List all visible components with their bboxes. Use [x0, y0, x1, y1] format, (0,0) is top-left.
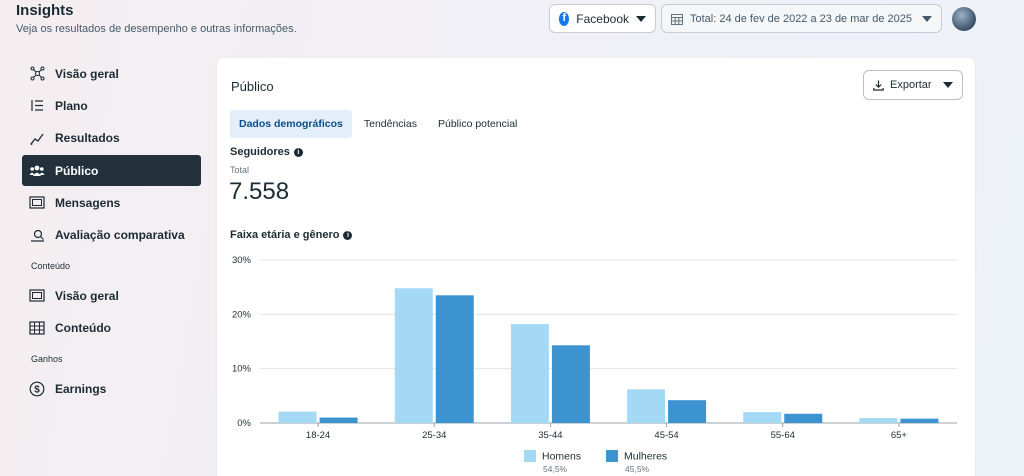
sidebar-item-label: Avaliação comparativa — [55, 228, 185, 243]
x-tick-label: 18-24 — [306, 430, 330, 441]
export-label: Exportar — [890, 79, 932, 91]
total-value: 7.558 — [229, 178, 290, 205]
benchmark-icon — [29, 227, 45, 243]
legend-percent: 54,5% — [543, 464, 568, 474]
chevron-down-icon — [922, 15, 932, 22]
bar-men — [627, 389, 666, 423]
x-tick-label: 65+ — [891, 430, 908, 441]
legend-label: Homens — [542, 451, 581, 463]
legend-percent: 45,5% — [625, 464, 650, 474]
date-range-label: Total: 24 de fev de 2022 a 23 de mar de … — [690, 12, 912, 25]
sidebar: Visão geral Plano Resultados Público Men… — [22, 58, 201, 406]
tab-publico-potencial[interactable]: Público potencial — [429, 110, 526, 138]
bar-women — [551, 345, 590, 423]
y-tick-label: 20% — [232, 309, 252, 320]
sidebar-section-ganhos: Ganhos — [31, 354, 63, 365]
sidebar-item-label: Resultados — [55, 131, 120, 146]
date-range-select[interactable]: Total: 24 de fev de 2022 a 23 de mar de … — [661, 4, 942, 33]
bar-men — [278, 411, 317, 423]
platform-label: Facebook — [576, 11, 629, 26]
x-tick-label: 45-54 — [654, 430, 678, 441]
svg-text:$: $ — [34, 384, 40, 395]
sidebar-item-publico[interactable]: Público — [22, 155, 201, 187]
download-icon — [873, 80, 884, 91]
page-title: Insights — [16, 2, 74, 19]
total-label: Total — [230, 165, 250, 175]
followers-label: Seguidores — [230, 146, 290, 158]
bar-women — [668, 400, 707, 423]
sidebar-item-label: Conteúdo — [55, 321, 111, 336]
page-header: Insights Veja os resultados de desempenh… — [16, 2, 297, 35]
info-icon[interactable]: i — [293, 147, 303, 157]
legend-swatch-women — [606, 450, 618, 462]
sidebar-item-resultados[interactable]: Resultados — [22, 123, 201, 154]
legend-swatch-men — [524, 450, 536, 462]
followers-heading: Seguidores i — [230, 146, 303, 158]
y-tick-label: 30% — [232, 255, 252, 266]
facebook-icon: f — [559, 11, 570, 26]
bar-women — [435, 295, 474, 423]
sidebar-item-visao-geral[interactable]: Visão geral — [22, 58, 201, 89]
panel-title: Público — [231, 79, 274, 94]
bar-men — [510, 324, 549, 423]
sidebar-item-mensagens[interactable]: Mensagens — [22, 188, 201, 219]
x-tick-label: 25-34 — [422, 430, 446, 441]
chevron-down-icon — [943, 82, 953, 88]
top-controls: f Facebook Total: 24 de fev de 2022 a 23… — [549, 4, 976, 33]
bar-men — [394, 288, 433, 423]
trend-icon — [29, 130, 45, 146]
sidebar-item-conteudo[interactable]: Conteúdo — [22, 313, 201, 344]
tab-tendencias[interactable]: Tendências — [355, 110, 426, 138]
calendar-icon — [671, 13, 683, 25]
sidebar-item-label: Plano — [55, 98, 88, 113]
people-icon — [29, 163, 45, 179]
info-icon[interactable]: i — [343, 230, 353, 240]
gallery-icon — [29, 288, 45, 304]
sidebar-item-avaliacao-comparativa[interactable]: Avaliação comparativa — [22, 220, 201, 251]
tab-dados-demograficos[interactable]: Dados demográficos — [230, 110, 352, 138]
network-icon — [29, 66, 45, 82]
dollar-icon: $ — [29, 381, 45, 397]
sidebar-item-label: Visão geral — [55, 288, 119, 303]
x-tick-label: 55-64 — [771, 430, 795, 441]
sidebar-item-plano[interactable]: Plano — [22, 90, 201, 121]
bar-women — [784, 413, 823, 423]
list-icon — [29, 98, 45, 114]
table-icon — [29, 320, 45, 336]
age-gender-label: Faixa etária e gênero — [230, 229, 340, 241]
tabs: Dados demográficos Tendências Público po… — [230, 110, 529, 138]
avatar[interactable] — [952, 6, 976, 31]
chevron-down-icon — [636, 15, 646, 22]
sidebar-item-label: Público — [55, 163, 99, 178]
audience-panel: Público Exportar Dados demográficos Tend… — [217, 58, 975, 476]
sidebar-item-earnings[interactable]: $ Earnings — [22, 373, 201, 404]
page-subtitle: Veja os resultados de desempenho e outra… — [16, 23, 297, 35]
bar-women — [319, 417, 358, 423]
export-button[interactable]: Exportar — [863, 70, 963, 100]
sidebar-item-label: Mensagens — [55, 196, 121, 211]
sidebar-item-label: Earnings — [55, 381, 107, 396]
platform-select[interactable]: f Facebook — [549, 4, 656, 33]
legend-label: Mulheres — [624, 451, 667, 463]
sidebar-item-conteudo-visao-geral[interactable]: Visão geral — [22, 280, 201, 311]
bar-men — [743, 412, 782, 423]
messages-icon — [29, 195, 45, 211]
sidebar-item-label: Visão geral — [55, 66, 119, 81]
bar-men — [859, 418, 898, 423]
bar-women — [900, 418, 939, 423]
x-tick-label: 35-44 — [538, 430, 562, 441]
y-tick-label: 10% — [232, 364, 252, 375]
y-tick-label: 0% — [237, 418, 251, 429]
age-gender-heading: Faixa etária e gênero i — [230, 229, 353, 241]
age-gender-chart: 0% 10% 20% 30% 18-24 25-34 35-44 45-54 55-64 65+ H… — [232, 255, 957, 474]
sidebar-section-conteudo: Conteúdo — [31, 261, 71, 272]
